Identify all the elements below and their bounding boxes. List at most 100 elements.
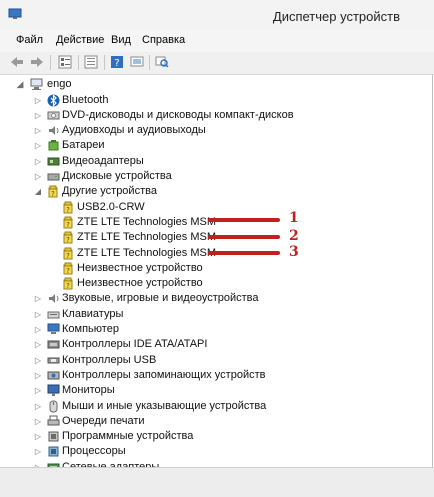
- expand-arrow-icon[interactable]: ▷: [34, 353, 42, 368]
- tree-category-item[interactable]: ▷ Процессоры: [0, 444, 430, 459]
- tree-item-label: Аудиовходы и аудиовыходы: [62, 124, 206, 137]
- tree-category-item[interactable]: ◢? Другие устройства: [0, 184, 430, 199]
- unknown-device-icon: ?: [63, 201, 73, 214]
- tree-item-label: Контроллеры USB: [62, 353, 157, 366]
- tree-item-label: Дисковые устройства: [62, 170, 172, 182]
- tree-category-item[interactable]: ▷ Мониторы: [0, 383, 430, 398]
- expand-arrow-icon[interactable]: ▷: [34, 337, 42, 352]
- properties-icon[interactable]: [84, 55, 98, 69]
- tree-category-item[interactable]: ▷ Контроллеры USB: [0, 353, 430, 368]
- svg-text:?: ?: [66, 206, 70, 214]
- software-device-icon: [48, 431, 59, 442]
- title-bar: Диспетчер устройств: [0, 0, 434, 30]
- tree-category-item[interactable]: ▷ Батареи: [0, 138, 430, 153]
- tree-item-label: Программные устройства: [62, 430, 194, 443]
- tree-item-label: Мыши и иные указывающие устройства: [62, 399, 267, 412]
- tree-category-item[interactable]: ▷ Компьютер: [0, 322, 430, 337]
- expand-arrow-icon[interactable]: ▷: [34, 460, 42, 467]
- bluetooth-icon: [47, 93, 60, 107]
- expand-arrow-icon[interactable]: ▷: [34, 307, 42, 322]
- svg-text:?: ?: [66, 282, 70, 290]
- expand-arrow-icon[interactable]: ▷: [34, 154, 42, 169]
- dvd-drive-icon: [47, 111, 60, 120]
- tree-child-item[interactable]: ? USB2.0-CRW: [0, 200, 430, 215]
- tree-category-item[interactable]: ▷ Аудиовходы и аудиовыходы: [0, 123, 430, 138]
- forward-arrow-icon[interactable]: [30, 55, 44, 69]
- display-adapter-icon: [47, 157, 60, 166]
- tree-category-item[interactable]: ▷ Контроллеры запоминающих устройств: [0, 368, 430, 383]
- monitor-icon: [47, 384, 60, 397]
- window-title: Диспетчер устройств: [272, 9, 400, 24]
- tree-child-item[interactable]: ? Неизвестное устройство: [0, 276, 430, 291]
- tree-category-item[interactable]: ▷ Сетевые адаптеры: [0, 460, 430, 467]
- collapse-arrow-icon[interactable]: ◢: [16, 77, 24, 92]
- svg-text:?: ?: [66, 236, 70, 244]
- callout-arrow-2: [208, 235, 280, 239]
- menu-help[interactable]: Справка: [142, 34, 185, 46]
- tree-category-item[interactable]: ▷ Программные устройства: [0, 429, 430, 444]
- tree-category-item[interactable]: ▷ Клавиатуры: [0, 307, 430, 322]
- unknown-device-icon: ?: [48, 185, 58, 198]
- tree-view-icon[interactable]: [58, 55, 72, 69]
- menu-action[interactable]: Действие: [56, 34, 104, 46]
- expand-arrow-icon[interactable]: ▷: [34, 291, 42, 306]
- unknown-device-icon: ?: [63, 262, 73, 275]
- callout-number-2: 2: [289, 228, 299, 244]
- expand-arrow-icon[interactable]: ▷: [34, 414, 42, 429]
- help-icon[interactable]: ?: [110, 55, 124, 69]
- expand-arrow-icon[interactable]: ▷: [34, 123, 42, 138]
- tree-category-item[interactable]: ▷ Мыши и иные указывающие устройства: [0, 399, 430, 414]
- tree-item-label: Видеоадаптеры: [62, 154, 144, 167]
- expand-arrow-icon[interactable]: ▷: [34, 429, 42, 444]
- toolbar-separator: [50, 55, 51, 70]
- scan-hardware-icon[interactable]: [155, 55, 169, 69]
- tree-root[interactable]: ◢ engo: [0, 77, 430, 92]
- device-view-icon[interactable]: [130, 55, 144, 69]
- processor-icon: [48, 446, 59, 457]
- tree-item-label: Очереди печати: [62, 414, 145, 427]
- menu-view[interactable]: Вид: [111, 34, 131, 46]
- tree-category-item[interactable]: ▷ Видеоадаптеры: [0, 154, 430, 169]
- tree-item-label: Неизвестное устройство: [77, 261, 203, 274]
- keyboard-icon: [47, 311, 60, 319]
- tree-item-label: Батареи: [62, 139, 105, 152]
- tree-category-item[interactable]: ▷ Bluetooth: [0, 93, 430, 108]
- expand-arrow-icon[interactable]: ▷: [34, 368, 42, 383]
- tree-item-label: DVD-дисководы и дисководы компакт-дисков: [62, 108, 294, 121]
- callout-arrow-1: [208, 218, 280, 222]
- device-manager-window: Диспетчер устройств Файл Действие Вид Сп…: [0, 0, 434, 497]
- tree-item-label: ZTE LTE Technologies MSM: [77, 246, 216, 259]
- tree-category-item[interactable]: ▷ Звуковые, игровые и видеоустройства: [0, 291, 430, 306]
- expand-arrow-icon[interactable]: ▷: [34, 108, 42, 123]
- tree-item-label: Bluetooth: [62, 93, 109, 106]
- tree-category-item[interactable]: ▷ Дисковые устройства: [0, 169, 430, 184]
- expand-arrow-icon[interactable]: ▷: [34, 444, 42, 459]
- toolbar-separator: [78, 55, 79, 70]
- callout-number-1: 1: [289, 210, 299, 226]
- expand-arrow-icon[interactable]: ▷: [34, 169, 42, 184]
- expand-arrow-icon[interactable]: ▷: [34, 138, 42, 153]
- unknown-device-icon: ?: [63, 277, 73, 290]
- menu-file[interactable]: Файл: [16, 34, 43, 46]
- tree-child-item[interactable]: ? Неизвестное устройство: [0, 261, 430, 276]
- ide-controller-icon: [47, 340, 60, 349]
- tree-category-item[interactable]: ▷ DVD-дисководы и дисководы компакт-диско…: [0, 108, 430, 123]
- speaker-icon: [49, 294, 59, 304]
- device-tree[interactable]: ◢ engo ▷ Bluetooth ▷ DVD-дисководы и дисков…: [0, 75, 433, 467]
- callout-number-3: 3: [289, 244, 299, 260]
- expand-arrow-icon[interactable]: ▷: [34, 93, 42, 108]
- collapse-arrow-icon[interactable]: ◢: [34, 184, 42, 199]
- usb-controller-icon: [47, 357, 60, 364]
- storage-controller-icon: [47, 371, 60, 380]
- expand-arrow-icon[interactable]: ▷: [34, 322, 42, 337]
- back-arrow-icon[interactable]: [10, 55, 24, 69]
- tree-root-label: engo: [47, 78, 72, 90]
- svg-text:?: ?: [51, 190, 55, 198]
- tree-category-item[interactable]: ▷ Контроллеры IDE ATA/ATAPI: [0, 337, 430, 352]
- tree-item-label: Неизвестное устройство: [77, 277, 203, 290]
- toolbar-separator: [104, 55, 105, 70]
- expand-arrow-icon[interactable]: ▷: [34, 399, 42, 414]
- expand-arrow-icon[interactable]: ▷: [34, 383, 42, 398]
- tree-category-item[interactable]: ▷ Очереди печати: [0, 414, 430, 429]
- status-bar: [0, 467, 434, 497]
